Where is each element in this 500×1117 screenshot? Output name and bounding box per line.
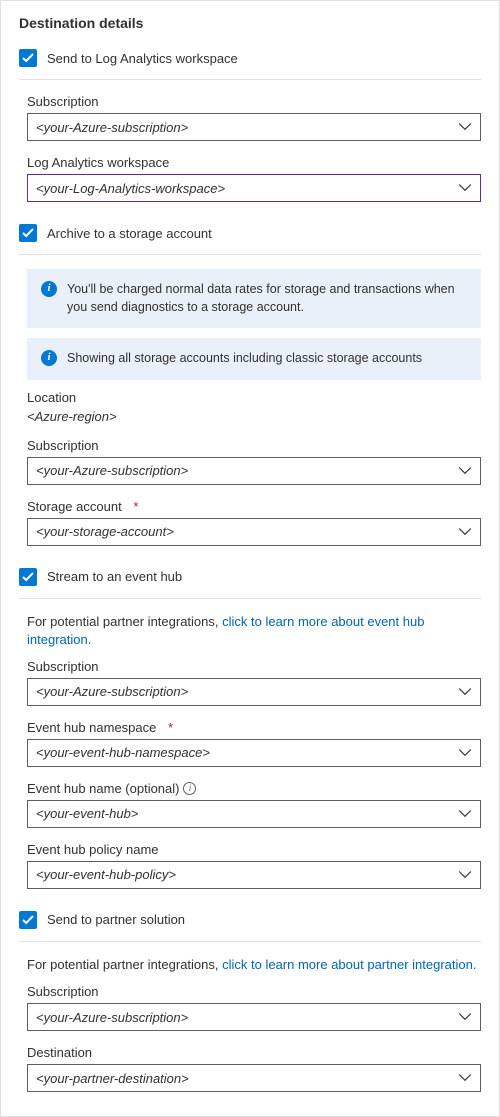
eventhub-checkbox[interactable] <box>19 568 37 586</box>
check-icon <box>22 52 34 64</box>
chevron-down-icon <box>458 746 472 760</box>
info-icon: i <box>41 281 57 297</box>
storage-label: Archive to a storage account <box>47 226 212 241</box>
storage-account-label: Storage account * <box>27 499 481 514</box>
check-icon <box>22 227 34 239</box>
log-analytics-checkbox[interactable] <box>19 49 37 67</box>
eventhub-subscription-dropdown[interactable]: <your-Azure-subscription> <box>27 678 481 706</box>
chevron-down-icon <box>458 464 472 478</box>
chevron-down-icon <box>458 1010 472 1024</box>
dropdown-value: <your-partner-destination> <box>36 1071 189 1086</box>
subscription-label: Subscription <box>27 94 481 109</box>
eventhub-namespace-dropdown[interactable]: <your-event-hub-namespace> <box>27 739 481 767</box>
eventhub-helper: For potential partner integrations, clic… <box>27 613 481 649</box>
check-icon <box>22 914 34 926</box>
info-text: You'll be charged normal data rates for … <box>67 281 467 316</box>
divider <box>19 254 481 255</box>
location-value: <Azure-region> <box>27 409 481 424</box>
subscription-label: Subscription <box>27 984 481 999</box>
divider <box>19 598 481 599</box>
workspace-label: Log Analytics workspace <box>27 155 481 170</box>
chevron-down-icon <box>458 525 472 539</box>
dropdown-value: <your-Azure-subscription> <box>36 120 188 135</box>
check-icon <box>22 571 34 583</box>
partner-integration-link[interactable]: click to learn more about partner integr… <box>222 957 476 972</box>
destination-label: Destination <box>27 1045 481 1060</box>
eventhub-name-dropdown[interactable]: <your-event-hub> <box>27 800 481 828</box>
storage-account-dropdown[interactable]: <your-storage-account> <box>27 518 481 546</box>
dropdown-value: <your-storage-account> <box>36 524 174 539</box>
info-icon: i <box>41 350 57 366</box>
required-mark: * <box>133 499 138 514</box>
eventhub-policy-dropdown[interactable]: <your-event-hub-policy> <box>27 861 481 889</box>
storage-subscription-dropdown[interactable]: <your-Azure-subscription> <box>27 457 481 485</box>
partner-check-row: Send to partner solution <box>19 907 481 933</box>
eventhub-label: Stream to an event hub <box>47 569 182 584</box>
partner-helper: For potential partner integrations, clic… <box>27 956 481 974</box>
destination-details-panel: Destination details Send to Log Analytic… <box>0 0 500 1117</box>
namespace-label: Event hub namespace * <box>27 720 481 735</box>
location-label: Location <box>27 390 481 405</box>
chevron-down-icon <box>458 1071 472 1085</box>
storage-section: i You'll be charged normal data rates fo… <box>19 269 481 546</box>
section-title: Destination details <box>19 15 481 31</box>
subscription-label: Subscription <box>27 438 481 453</box>
log-analytics-check-row: Send to Log Analytics workspace <box>19 45 481 71</box>
chevron-down-icon <box>458 181 472 195</box>
dropdown-value: <your-event-hub-namespace> <box>36 745 210 760</box>
chevron-down-icon <box>458 807 472 821</box>
divider <box>19 941 481 942</box>
chevron-down-icon <box>458 685 472 699</box>
eventhub-check-row: Stream to an event hub <box>19 564 481 590</box>
eventhub-name-label: Event hub name (optional) i <box>27 781 481 796</box>
partner-checkbox[interactable] <box>19 911 37 929</box>
dropdown-value: <your-event-hub-policy> <box>36 867 176 882</box>
divider <box>19 79 481 80</box>
storage-charge-info: i You'll be charged normal data rates fo… <box>27 269 481 328</box>
chevron-down-icon <box>458 868 472 882</box>
log-analytics-workspace-dropdown[interactable]: <your-Log-Analytics-workspace> <box>27 174 481 202</box>
required-mark: * <box>168 720 173 735</box>
partner-subscription-dropdown[interactable]: <your-Azure-subscription> <box>27 1003 481 1031</box>
info-tooltip-icon[interactable]: i <box>183 782 196 795</box>
log-analytics-section: Subscription <your-Azure-subscription> L… <box>19 94 481 202</box>
log-analytics-subscription-dropdown[interactable]: <your-Azure-subscription> <box>27 113 481 141</box>
log-analytics-label: Send to Log Analytics workspace <box>47 51 238 66</box>
policy-label: Event hub policy name <box>27 842 481 857</box>
eventhub-section: For potential partner integrations, clic… <box>19 613 481 889</box>
dropdown-value: <your-Azure-subscription> <box>36 684 188 699</box>
subscription-label: Subscription <box>27 659 481 674</box>
dropdown-value: <your-Log-Analytics-workspace> <box>36 181 225 196</box>
storage-classic-info: i Showing all storage accounts including… <box>27 338 481 380</box>
info-text: Showing all storage accounts including c… <box>67 350 422 368</box>
partner-destination-dropdown[interactable]: <your-partner-destination> <box>27 1064 481 1092</box>
dropdown-value: <your-event-hub> <box>36 806 138 821</box>
chevron-down-icon <box>458 120 472 134</box>
dropdown-value: <your-Azure-subscription> <box>36 1010 188 1025</box>
storage-check-row: Archive to a storage account <box>19 220 481 246</box>
partner-section: For potential partner integrations, clic… <box>19 956 481 1092</box>
partner-label: Send to partner solution <box>47 912 185 927</box>
dropdown-value: <your-Azure-subscription> <box>36 463 188 478</box>
storage-checkbox[interactable] <box>19 224 37 242</box>
